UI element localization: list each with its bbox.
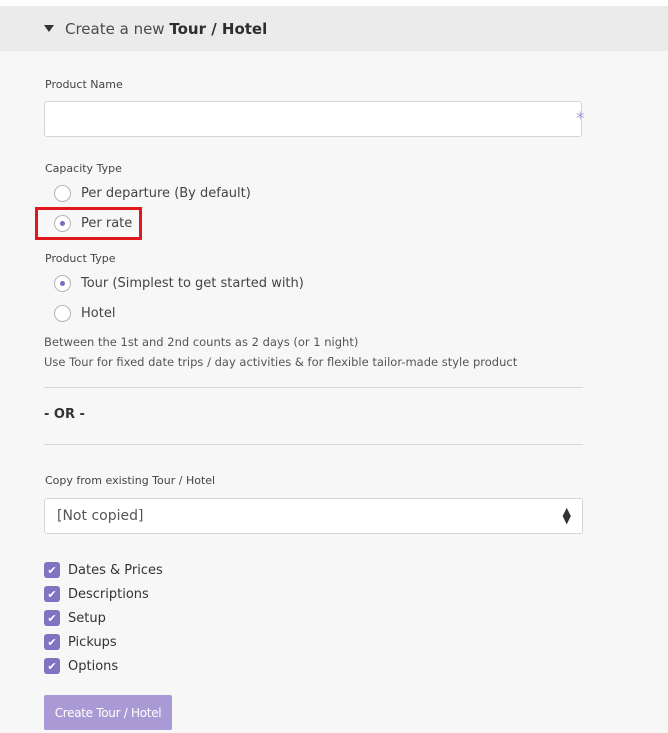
radio-unchecked-icon[interactable]: [54, 185, 71, 202]
checkbox-descriptions[interactable]: ✔ Descriptions: [44, 586, 149, 602]
radio-tour-label: Tour (Simplest to get started with): [81, 276, 304, 291]
radio-per-departure[interactable]: Per departure (By default): [54, 185, 251, 202]
radio-per-departure-label: Per departure (By default): [81, 186, 251, 201]
product-type-label: Product Type: [45, 252, 116, 265]
caret-down-icon[interactable]: [44, 25, 54, 32]
checkbox-setup-label: Setup: [68, 610, 106, 626]
checkbox-options-label: Options: [68, 658, 119, 674]
section-title-bold: Tour / Hotel: [169, 19, 268, 38]
section-title-prefix: Create a new: [65, 19, 165, 38]
copy-from-label: Copy from existing Tour / Hotel: [45, 474, 216, 487]
radio-unchecked-icon[interactable]: [54, 305, 71, 322]
divider-top: [44, 387, 583, 388]
radio-checked-icon[interactable]: [54, 275, 71, 292]
copy-from-select[interactable]: [Not copied] ▲ ▼: [44, 498, 583, 534]
highlight-box: [35, 207, 142, 240]
section-header[interactable]: Create a new Tour / Hotel: [0, 6, 668, 51]
checkbox-pickups[interactable]: ✔ Pickups: [44, 634, 117, 650]
radio-hotel[interactable]: Hotel: [54, 305, 115, 322]
checkbox-options[interactable]: ✔ Options: [44, 658, 118, 674]
radio-tour[interactable]: Tour (Simplest to get started with): [54, 275, 304, 292]
checkmark-icon[interactable]: ✔: [44, 658, 60, 674]
help-text-days: Between the 1st and 2nd counts as 2 days…: [44, 335, 359, 349]
sort-arrows-icon: ▲ ▼: [562, 505, 571, 526]
checkmark-icon[interactable]: ✔: [44, 610, 60, 626]
create-tour-hotel-button[interactable]: Create Tour / Hotel: [44, 695, 172, 730]
checkmark-icon[interactable]: ✔: [44, 634, 60, 650]
checkbox-descriptions-label: Descriptions: [68, 586, 149, 602]
required-asterisk-icon: *: [576, 109, 585, 129]
copy-from-selected-value: [Not copied]: [57, 508, 144, 524]
product-name-input[interactable]: [44, 101, 582, 137]
capacity-type-label: Capacity Type: [45, 162, 122, 175]
section-title: Create a new Tour / Hotel: [65, 20, 267, 38]
checkbox-setup[interactable]: ✔ Setup: [44, 610, 106, 626]
or-separator: - OR -: [44, 407, 85, 422]
product-name-label: Product Name: [45, 78, 123, 91]
radio-hotel-label: Hotel: [81, 306, 116, 321]
checkbox-dates-prices-label: Dates & Prices: [68, 562, 163, 578]
divider-bottom: [44, 444, 583, 445]
checkmark-icon[interactable]: ✔: [44, 586, 60, 602]
checkbox-dates-prices[interactable]: ✔ Dates & Prices: [44, 562, 163, 578]
help-text-usage: Use Tour for fixed date trips / day acti…: [44, 355, 518, 369]
checkmark-icon[interactable]: ✔: [44, 562, 60, 578]
checkbox-pickups-label: Pickups: [68, 634, 117, 650]
